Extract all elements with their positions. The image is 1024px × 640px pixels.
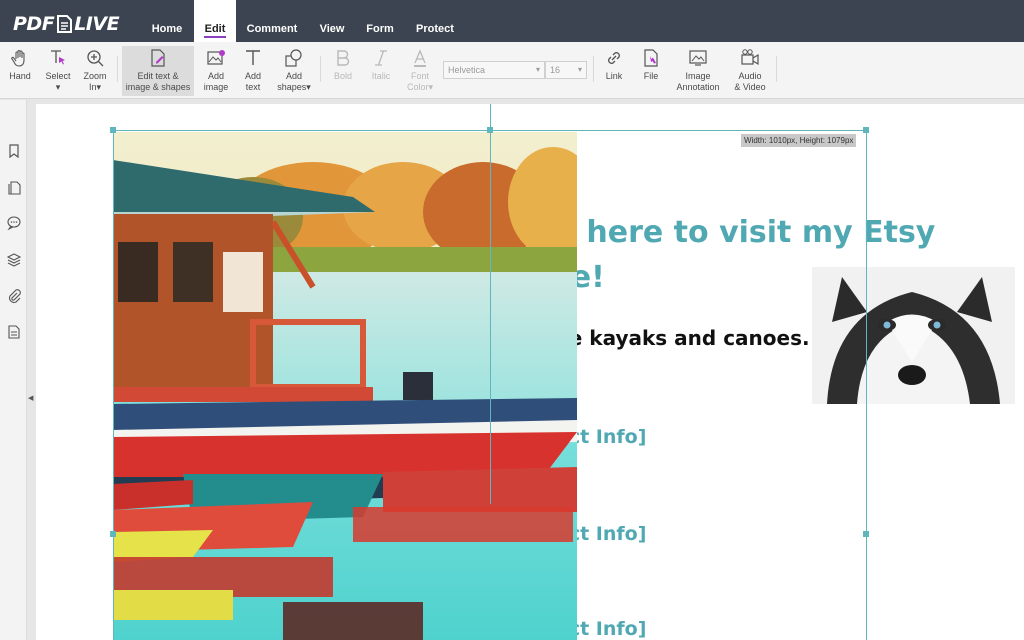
top-nav-bar: PDF LIVE Home Edit Comment View Form Prot… bbox=[0, 0, 1024, 42]
select-caret-icon: ▾ bbox=[55, 82, 61, 92]
select-tool-button[interactable]: Select ▾ bbox=[42, 46, 74, 96]
font-color-label-1: Font bbox=[410, 71, 429, 81]
chevron-down-icon: ▾ bbox=[577, 65, 582, 74]
select-label: Select bbox=[45, 71, 71, 81]
layers-icon[interactable] bbox=[6, 252, 22, 268]
husky-photo[interactable] bbox=[812, 267, 1015, 404]
font-family-value: Helvetica bbox=[448, 65, 486, 75]
italic-button[interactable]: Italic bbox=[366, 46, 396, 96]
toolbar-divider bbox=[117, 56, 118, 82]
image-annotation-label-2: Annotation bbox=[676, 82, 720, 92]
selection-size-label: Width: 1010px, Height: 1079px bbox=[741, 134, 857, 147]
edit-text-label-2: image & shapes bbox=[125, 82, 191, 92]
bookmark-icon[interactable] bbox=[6, 143, 22, 159]
tab-home[interactable]: Home bbox=[142, 0, 192, 42]
kayaks-text[interactable]: ke kayaks and canoes. bbox=[556, 326, 810, 350]
tab-edit[interactable]: Edit bbox=[194, 0, 236, 42]
link-icon bbox=[608, 52, 620, 64]
collapse-sidebar-icon[interactable]: ◀ bbox=[28, 394, 33, 402]
left-sidebar bbox=[0, 100, 27, 640]
pages-icon[interactable] bbox=[6, 179, 22, 195]
font-size-select[interactable]: 16 ▾ bbox=[545, 61, 587, 79]
add-shapes-label-1: Add bbox=[285, 71, 302, 81]
image-annotation-icon bbox=[689, 50, 707, 66]
add-text-label-1: Add bbox=[244, 71, 261, 81]
logo-doc-icon bbox=[57, 15, 73, 33]
zoom-in-icon bbox=[87, 50, 104, 67]
resize-handle-right[interactable] bbox=[863, 531, 869, 537]
tab-form[interactable]: Form bbox=[360, 0, 400, 42]
font-color-button[interactable]: Font Color▾ bbox=[402, 46, 438, 96]
tab-protect[interactable]: Protect bbox=[408, 0, 462, 42]
add-image-button[interactable]: Add image bbox=[200, 46, 232, 96]
edit-toolbar: Hand Select ▾ Zoom In▾ Edit text & image… bbox=[0, 42, 1024, 99]
shapes-caret-icon: ▾ bbox=[306, 82, 311, 92]
zoom-in-button[interactable]: Zoom In▾ bbox=[80, 46, 110, 96]
file-label: File bbox=[643, 71, 659, 81]
add-text-icon bbox=[246, 50, 260, 65]
add-image-label-2: image bbox=[203, 82, 229, 92]
resize-handle-top-left[interactable] bbox=[110, 127, 116, 133]
add-shapes-button[interactable]: Add shapes▾ bbox=[274, 46, 314, 96]
audio-video-label-1: Audio bbox=[738, 71, 762, 81]
comments-icon[interactable] bbox=[6, 215, 22, 231]
add-text-button[interactable]: Add text bbox=[238, 46, 268, 96]
form-fields-icon[interactable] bbox=[6, 324, 22, 340]
hand-tool-button[interactable]: Hand bbox=[4, 46, 36, 96]
hand-label: Hand bbox=[9, 71, 31, 81]
image-annotation-button[interactable]: Image Annotation bbox=[674, 46, 722, 96]
file-attach-icon bbox=[644, 49, 658, 67]
hand-icon bbox=[11, 49, 25, 67]
resize-handle-top-right[interactable] bbox=[863, 127, 869, 133]
edit-text-image-shapes-button[interactable]: Edit text & image & shapes bbox=[122, 46, 194, 96]
zoom-label-1: Zoom bbox=[83, 71, 107, 81]
font-size-value: 16 bbox=[550, 65, 561, 75]
italic-icon bbox=[375, 50, 387, 66]
edit-text-label-1: Edit text & bbox=[137, 71, 179, 81]
bold-label: Bold bbox=[333, 71, 352, 81]
font-color-icon bbox=[414, 49, 426, 67]
font-color-caret-icon: ▾ bbox=[428, 82, 434, 92]
resize-handle-top[interactable] bbox=[487, 127, 493, 133]
zoom-caret-icon: ▾ bbox=[96, 82, 102, 92]
audio-video-button[interactable]: Audio & Video bbox=[730, 46, 770, 96]
add-text-label-2: text bbox=[245, 82, 261, 92]
link-button[interactable]: Link bbox=[600, 46, 628, 96]
audio-video-icon bbox=[741, 49, 759, 66]
selection-border-right bbox=[866, 130, 867, 640]
add-image-label-1: Add bbox=[207, 71, 224, 81]
husky-photo-graphic bbox=[812, 267, 1015, 404]
attachment-icon[interactable] bbox=[6, 288, 22, 304]
add-shapes-label-2: shapes bbox=[277, 82, 307, 92]
image-annotation-label-1: Image bbox=[685, 71, 711, 81]
edit-document-icon bbox=[151, 49, 165, 67]
etsy-link-text-line1[interactable]: k here to visit my Etsy bbox=[556, 214, 935, 252]
tab-view[interactable]: View bbox=[310, 0, 354, 42]
audio-video-label-2: & Video bbox=[734, 82, 766, 92]
bold-icon bbox=[337, 50, 350, 66]
add-image-icon bbox=[207, 50, 225, 65]
font-color-label-2: Color bbox=[406, 82, 429, 92]
pdf-page: k here to visit my Etsy re! ke kayaks an… bbox=[36, 104, 1024, 640]
boat-photo-graphic bbox=[113, 132, 577, 640]
file-button[interactable]: File bbox=[636, 46, 666, 96]
tab-comment[interactable]: Comment bbox=[240, 0, 304, 42]
toolbar-divider bbox=[776, 56, 777, 82]
boat-photo[interactable] bbox=[113, 132, 577, 640]
chevron-down-icon: ▾ bbox=[535, 65, 540, 74]
font-family-select[interactable]: Helvetica ▾ bbox=[443, 61, 545, 79]
selection-center-guide bbox=[490, 104, 491, 504]
app-logo: PDF LIVE bbox=[13, 13, 120, 35]
toolbar-divider bbox=[593, 56, 594, 82]
shapes-icon bbox=[285, 49, 302, 67]
selection-border-left bbox=[113, 130, 114, 640]
resize-handle-left[interactable] bbox=[110, 531, 116, 537]
text-select-icon bbox=[51, 50, 65, 65]
toolbar-divider bbox=[320, 56, 321, 82]
bold-button[interactable]: Bold bbox=[328, 46, 358, 96]
link-label: Link bbox=[605, 71, 623, 81]
italic-label: Italic bbox=[371, 71, 391, 81]
